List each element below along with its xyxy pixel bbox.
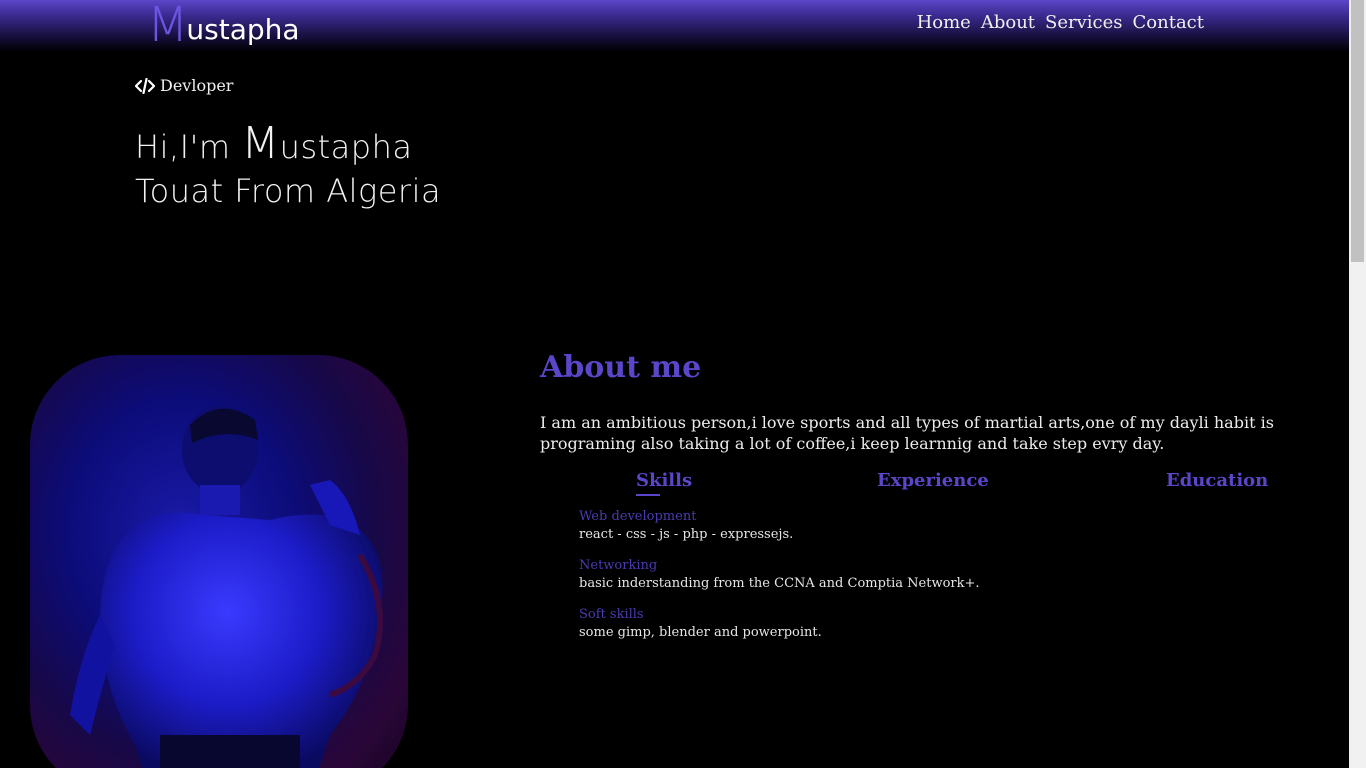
hero-line-1: Hi,I'm Mustapha — [135, 122, 441, 169]
tab-skills[interactable]: Skills — [636, 470, 692, 496]
scrollbar-thumb[interactable] — [1351, 0, 1364, 262]
hero-heading: Hi,I'm Mustapha Touat From Algeria — [135, 122, 441, 213]
code-icon — [135, 77, 155, 94]
nav-contact-link[interactable]: Contact — [1133, 12, 1204, 33]
skill-title: Networking — [579, 558, 658, 573]
skill-description: basic inderstanding from the CCNA and Co… — [579, 576, 980, 591]
nav-menu: Home About Services Contact — [917, 12, 1204, 33]
hero-name: ustapha — [279, 128, 413, 166]
list-item: Web development react - css - js - php -… — [579, 508, 980, 544]
list-item: Networking basic inderstanding from the … — [579, 557, 980, 593]
tab-education[interactable]: Education — [1166, 470, 1268, 491]
nav-about-link[interactable]: About — [981, 12, 1035, 33]
page: M ustapha Home About Services Contact De… — [0, 0, 1366, 768]
logo-initial: M — [147, 0, 189, 53]
navbar: M ustapha Home About Services Contact — [0, 0, 1349, 52]
nav-services-link[interactable]: Services — [1045, 12, 1122, 33]
logo[interactable]: M ustapha — [147, 0, 300, 50]
nav-home-link[interactable]: Home — [917, 12, 971, 33]
role-tag: Devloper — [135, 76, 233, 95]
skills-list: Web development react - css - js - php -… — [579, 508, 980, 655]
about-text: I am an ambitious person,i love sports a… — [540, 413, 1274, 453]
skill-title: Web development — [579, 509, 697, 524]
hero-initial: M — [241, 118, 280, 169]
skill-description: some gimp, blender and powerpoint. — [579, 625, 822, 640]
tab-experience[interactable]: Experience — [877, 470, 989, 491]
skill-description: react - css - js - php - expressejs. — [579, 527, 794, 542]
hero-prefix: Hi,I'm — [135, 128, 242, 166]
role-label: Devloper — [160, 76, 234, 95]
hero-line-2: Touat From Algeria — [135, 172, 442, 210]
logo-text: ustapha — [186, 13, 300, 46]
about-title: About me — [540, 350, 702, 385]
profile-photo — [30, 355, 408, 768]
page-scrollbar[interactable] — [1349, 0, 1366, 768]
about-tabs: Skills Experience Education — [540, 470, 1340, 500]
list-item: Soft skills some gimp, blender and power… — [579, 606, 980, 642]
skill-title: Soft skills — [579, 607, 644, 622]
